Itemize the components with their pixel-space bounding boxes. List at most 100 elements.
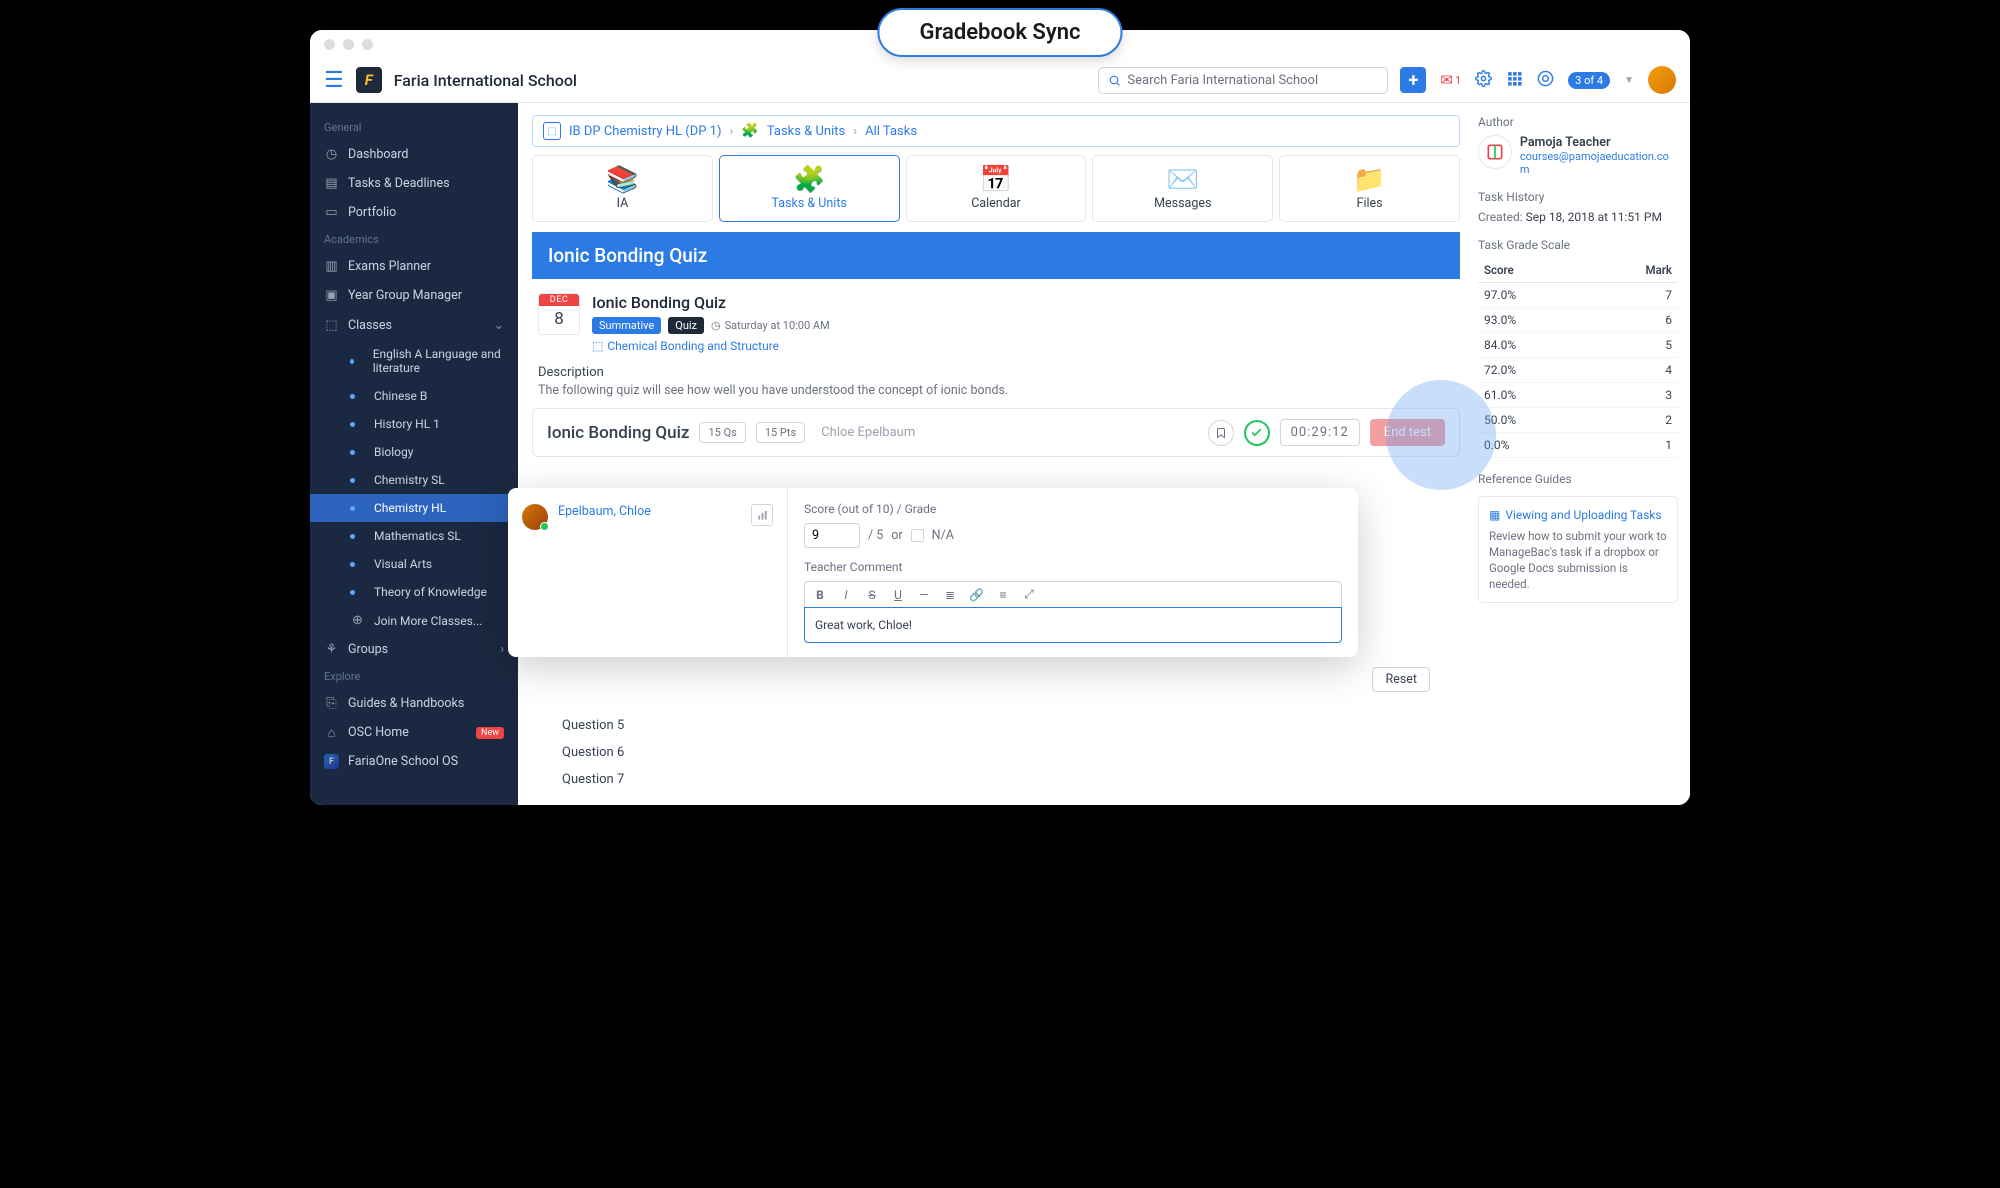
apps-grid-icon[interactable] — [1506, 70, 1523, 91]
student-name[interactable]: Epelbaum, Chloe — [558, 504, 651, 519]
bookmark-button[interactable] — [1208, 420, 1234, 446]
chevron-down-icon[interactable]: ▼ — [1624, 75, 1634, 86]
sidebar-class-chem-hl[interactable]: Chemistry HL — [310, 494, 518, 522]
question-item[interactable]: Question 7 — [562, 766, 1430, 793]
grade-scale-row: 93.0%6 — [1478, 308, 1678, 333]
reset-button[interactable]: Reset — [1372, 667, 1430, 692]
sidebar-class-history[interactable]: History HL 1 — [310, 410, 518, 438]
stats-button[interactable] — [751, 504, 773, 526]
sidebar-class-biology[interactable]: Biology — [310, 438, 518, 466]
align-button[interactable]: ≡ — [996, 588, 1010, 602]
user-avatar[interactable] — [1648, 66, 1676, 94]
sidebar-item-yeargroup[interactable]: ▣Year Group Manager — [310, 281, 518, 310]
tile-calendar[interactable]: 📅Calendar — [906, 155, 1087, 222]
sidebar-class-english[interactable]: English A Language and literature — [310, 340, 518, 382]
score-label: Score (out of 10) / Grade — [804, 502, 1342, 516]
sidebar-join-classes[interactable]: ⊕Join More Classes... — [310, 606, 518, 635]
dot-icon — [350, 534, 355, 539]
calendar-icon: 📅 — [907, 164, 1086, 196]
sidebar-class-chinese[interactable]: Chinese B — [310, 382, 518, 410]
grading-popover: Epelbaum, Chloe Score (out of 10) / Grad… — [508, 488, 1358, 657]
clock-icon: ◷ — [711, 319, 721, 332]
check-icon — [1250, 426, 1263, 439]
settings-icon[interactable] — [1475, 70, 1492, 91]
tile-files[interactable]: 📁Files — [1279, 155, 1460, 222]
list-button[interactable]: ≣ — [943, 588, 957, 602]
author-name: Pamoja Teacher — [1520, 135, 1678, 150]
quiz-pill: Quiz — [668, 317, 704, 334]
quiz-questions-count: 15 Qs — [699, 422, 745, 443]
search-input[interactable]: Search Faria International School — [1098, 67, 1388, 94]
menu-toggle-icon[interactable]: ☰ — [324, 68, 344, 93]
check-button[interactable] — [1244, 420, 1270, 446]
tile-ia[interactable]: 📚IA — [532, 155, 713, 222]
sidebar-item-fariaone[interactable]: FFariaOne School OS — [310, 747, 518, 776]
student-avatar[interactable] — [522, 504, 548, 530]
topbar: ☰ F Faria International School Search Fa… — [310, 58, 1690, 103]
sidebar-item-exams[interactable]: ▥Exams Planner — [310, 252, 518, 281]
sidebar-section-explore: Explore — [310, 664, 518, 689]
quiz-toolbar: Ionic Bonding Quiz 15 Qs 15 Pts Chloe Ep… — [532, 408, 1460, 457]
scale-mark: 1 — [1585, 433, 1678, 458]
breadcrumb-section[interactable]: Tasks & Units — [767, 124, 845, 139]
badge-icon: ▣ — [324, 288, 339, 303]
breadcrumb-leaf[interactable]: All Tasks — [865, 124, 917, 139]
traffic-close[interactable] — [324, 39, 335, 50]
history-label: Task History — [1478, 190, 1678, 204]
sidebar-item-osc[interactable]: ⌂OSC HomeNew — [310, 718, 518, 747]
sidebar-item-dashboard[interactable]: ◷Dashboard — [310, 140, 518, 169]
unit-link[interactable]: ⬚Chemical Bonding and Structure — [592, 339, 830, 353]
underline-button[interactable]: U — [891, 588, 905, 602]
add-button[interactable]: + — [1400, 67, 1426, 93]
right-panel: Author Pamoja Teacher courses@pamojaeduc… — [1474, 103, 1690, 805]
scale-score: 50.0% — [1478, 408, 1585, 433]
hr-button[interactable]: — — [917, 588, 931, 602]
briefcase-icon: ▭ — [324, 205, 339, 220]
scale-score: 97.0% — [1478, 283, 1585, 308]
sidebar: General ◷Dashboard ▤Tasks & Deadlines ▭P… — [310, 103, 518, 805]
italic-button[interactable]: I — [839, 588, 853, 602]
score-input[interactable] — [804, 523, 860, 548]
traffic-max[interactable] — [362, 39, 373, 50]
scale-score: 84.0% — [1478, 333, 1585, 358]
question-item[interactable]: Question 6 — [562, 739, 1430, 766]
help-tour-icon[interactable] — [1537, 70, 1554, 91]
mail-icon[interactable]: ✉1 — [1440, 71, 1461, 89]
sidebar-item-tasks[interactable]: ▤Tasks & Deadlines — [310, 169, 518, 198]
sidebar-item-guides[interactable]: ⎘Guides & Handbooks — [310, 689, 518, 718]
reference-link[interactable]: ▦Viewing and Uploading Tasks — [1489, 507, 1667, 524]
search-placeholder: Search Faria International School — [1127, 73, 1318, 88]
sidebar-class-chem-sl[interactable]: Chemistry SL — [310, 466, 518, 494]
sidebar-class-math-sl[interactable]: Mathematics SL — [310, 522, 518, 550]
nav-tiles: 📚IA 🧩Tasks & Units 📅Calendar ✉️Messages … — [532, 155, 1460, 222]
link-button[interactable]: 🔗 — [969, 588, 984, 602]
expand-button[interactable]: ⤢ — [1022, 587, 1036, 602]
question-item[interactable]: Question 5 — [562, 712, 1430, 739]
comment-editor[interactable]: Great work, Chloe! — [804, 607, 1342, 643]
sidebar-item-groups[interactable]: ⚘Groups› — [310, 635, 518, 664]
bold-button[interactable]: B — [813, 588, 827, 602]
dot-icon — [350, 422, 355, 427]
scale-score: 72.0% — [1478, 358, 1585, 383]
col-mark: Mark — [1585, 258, 1678, 283]
traffic-min[interactable] — [343, 39, 354, 50]
chevron-right-icon: › — [853, 124, 857, 139]
breadcrumb-class[interactable]: IB DP Chemistry HL (DP 1) — [569, 124, 722, 139]
tour-step-badge[interactable]: 3 of 4 — [1568, 72, 1610, 89]
tile-tasks[interactable]: 🧩Tasks & Units — [719, 155, 900, 222]
calendar-icon: ▤ — [324, 176, 339, 191]
task-header: DEC 8 Ionic Bonding Quiz Summative Quiz … — [532, 279, 1460, 359]
na-checkbox[interactable] — [911, 529, 924, 542]
sidebar-item-classes[interactable]: ⬚Classes⌄ — [310, 310, 518, 340]
grade-scale-row: 50.0%2 — [1478, 408, 1678, 433]
class-badge-icon[interactable]: ⬚ — [543, 122, 561, 140]
sidebar-class-visual-arts[interactable]: Visual Arts — [310, 550, 518, 578]
tile-messages[interactable]: ✉️Messages — [1092, 155, 1273, 222]
end-test-button[interactable]: End test — [1370, 419, 1445, 446]
brand-logo[interactable]: F — [356, 67, 382, 93]
author-email[interactable]: courses@pamojaeducation.com — [1520, 150, 1678, 176]
sidebar-class-tok[interactable]: Theory of Knowledge — [310, 578, 518, 606]
grade-scale-row: 84.0%5 — [1478, 333, 1678, 358]
strike-button[interactable]: S — [865, 588, 879, 602]
sidebar-item-portfolio[interactable]: ▭Portfolio — [310, 198, 518, 227]
